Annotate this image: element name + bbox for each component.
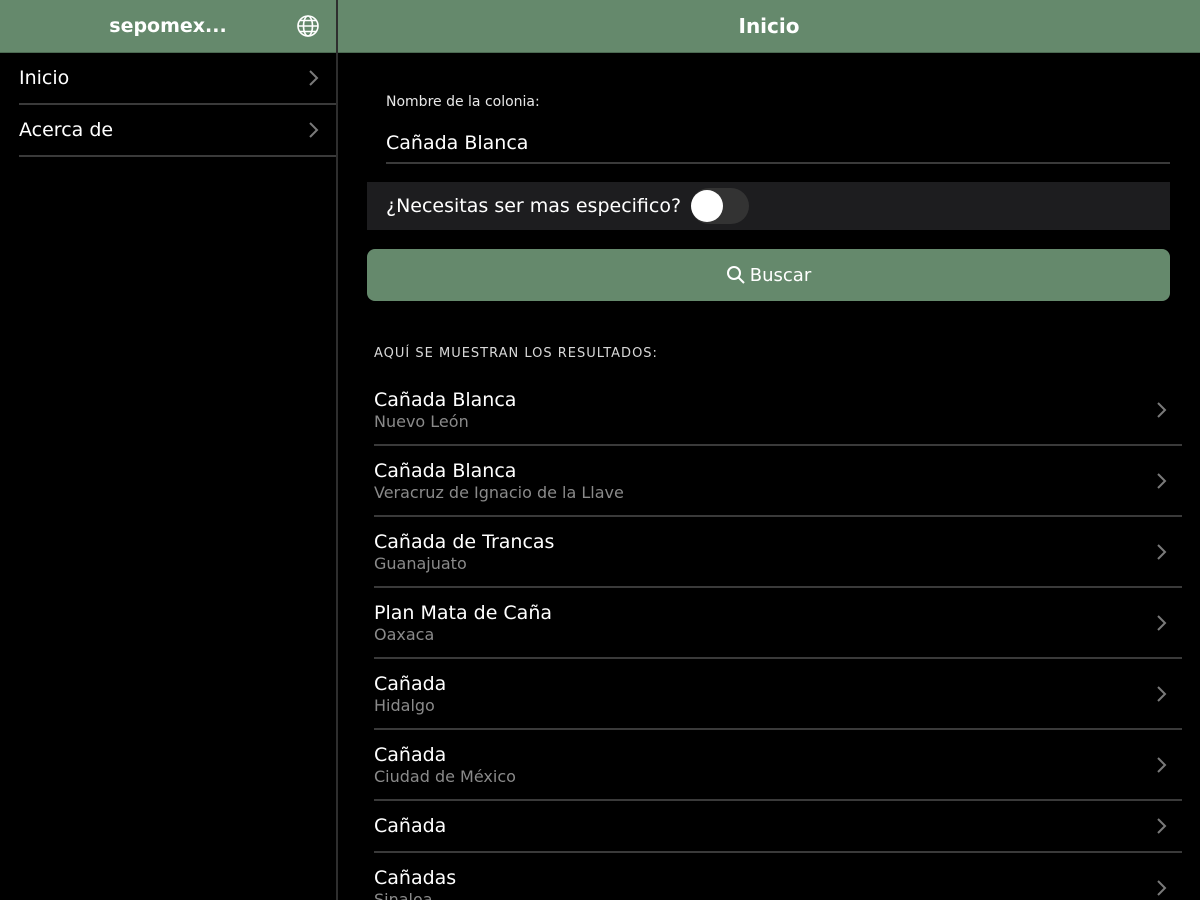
chevron-right-icon — [1157, 685, 1167, 702]
result-state: Veracruz de Ignacio de la Llave — [374, 482, 624, 502]
result-state: Guanajuato — [374, 553, 467, 573]
chevron-right-icon — [1157, 472, 1167, 489]
sidebar-item-label: Inicio — [19, 67, 70, 89]
result-state: Ciudad de México — [374, 766, 516, 786]
sidebar-title: sepomex... — [109, 15, 227, 37]
search-button-label: Buscar — [749, 264, 812, 286]
search-icon — [726, 266, 745, 284]
specific-search-row: ¿Necesitas ser mas especifico? — [367, 182, 1170, 230]
chevron-right-icon — [309, 122, 319, 138]
result-name: Cañadas — [374, 866, 457, 889]
result-name: Cañada Blanca — [374, 388, 517, 411]
colonia-field-label: Nombre de la colonia: — [386, 94, 540, 110]
results-heading: AQUÍ SE MUESTRAN LOS RESULTADOS: — [374, 346, 658, 361]
toggle-knob — [691, 190, 724, 222]
chevron-right-icon — [1157, 879, 1167, 896]
result-state: Hidalgo — [374, 695, 435, 715]
chevron-right-icon — [1157, 543, 1167, 560]
result-item[interactable]: Cañada de Trancas Guanajuato — [374, 517, 1182, 588]
result-item[interactable]: Cañada Blanca Nuevo León — [374, 375, 1182, 446]
result-item[interactable]: Cañada — [374, 801, 1182, 853]
result-item[interactable]: Cañada Ciudad de México — [374, 730, 1182, 801]
result-name: Cañada Blanca — [374, 459, 517, 482]
result-name: Cañada — [374, 815, 447, 837]
chevron-right-icon — [1157, 614, 1167, 631]
chevron-right-icon — [1157, 401, 1167, 418]
globe-icon[interactable] — [296, 14, 320, 38]
chevron-right-icon — [1157, 756, 1167, 773]
specific-search-label: ¿Necesitas ser mas especifico? — [386, 195, 682, 217]
result-state: Sinaloa — [374, 889, 433, 900]
result-item[interactable]: Cañadas Sinaloa — [374, 853, 1182, 900]
result-state: Oaxaca — [374, 624, 435, 644]
result-item[interactable]: Cañada Hidalgo — [374, 659, 1182, 730]
chevron-right-icon — [309, 70, 319, 86]
sidebar-item-acerca-de[interactable]: Acerca de — [19, 105, 336, 157]
results-list: Cañada Blanca Nuevo León Cañada Blanca V… — [374, 375, 1182, 900]
main-content: Inicio Nombre de la colonia: ¿Necesitas … — [338, 0, 1200, 900]
sidebar-item-label: Acerca de — [19, 119, 114, 141]
sidebar-item-inicio[interactable]: Inicio — [19, 53, 336, 105]
result-state: Nuevo León — [374, 411, 469, 431]
specific-search-toggle[interactable] — [691, 188, 750, 224]
result-name: Plan Mata de Caña — [374, 601, 553, 624]
search-button[interactable]: Buscar — [367, 249, 1170, 301]
result-name: Cañada — [374, 743, 447, 766]
sidebar: sepomex... Inicio Acerca de — [0, 0, 338, 900]
sidebar-header: sepomex... — [0, 0, 336, 53]
colonia-input[interactable] — [386, 124, 1170, 164]
result-name: Cañada de Trancas — [374, 530, 555, 553]
main-header: Inicio — [338, 0, 1200, 53]
app-window: sepomex... Inicio Acerca de Inicio Nombr… — [0, 0, 1200, 900]
page-title: Inicio — [738, 14, 800, 38]
result-item[interactable]: Plan Mata de Caña Oaxaca — [374, 588, 1182, 659]
chevron-right-icon — [1157, 818, 1167, 834]
result-item[interactable]: Cañada Blanca Veracruz de Ignacio de la … — [374, 446, 1182, 517]
result-name: Cañada — [374, 672, 447, 695]
